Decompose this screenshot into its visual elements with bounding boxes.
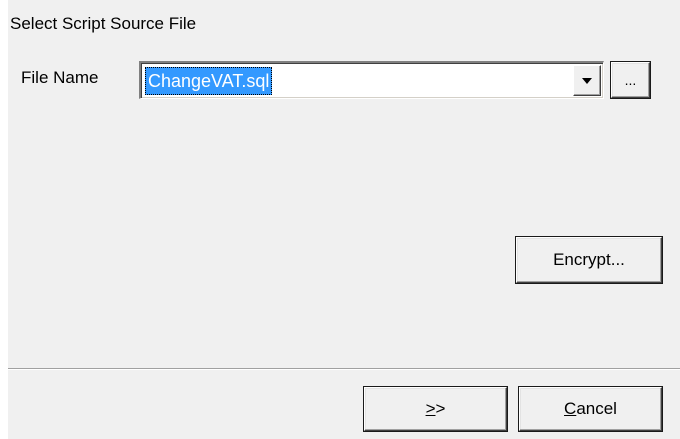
next-button-mnemonic: > bbox=[425, 399, 436, 418]
browse-button[interactable]: ... bbox=[611, 62, 650, 98]
file-name-input[interactable]: ChangeVAT.sql bbox=[145, 67, 273, 95]
cancel-button[interactable]: Cancel bbox=[519, 387, 662, 431]
dialog-title: Select Script Source File bbox=[10, 14, 197, 33]
encrypt-button[interactable]: Encrypt... bbox=[516, 237, 662, 283]
next-button[interactable]: >> bbox=[364, 387, 507, 431]
chevron-down-icon bbox=[582, 78, 592, 84]
dropdown-button[interactable] bbox=[573, 65, 601, 96]
cancel-button-mnemonic: C bbox=[564, 399, 577, 418]
separator bbox=[8, 368, 680, 370]
cancel-button-label: ancel bbox=[576, 399, 617, 418]
file-name-combobox[interactable]: ChangeVAT.sql bbox=[139, 61, 604, 99]
next-button-label: > bbox=[435, 399, 446, 418]
file-name-label: File Name bbox=[21, 68, 99, 87]
dialog-panel: Select Script Source File File Name Chan… bbox=[8, 0, 680, 439]
